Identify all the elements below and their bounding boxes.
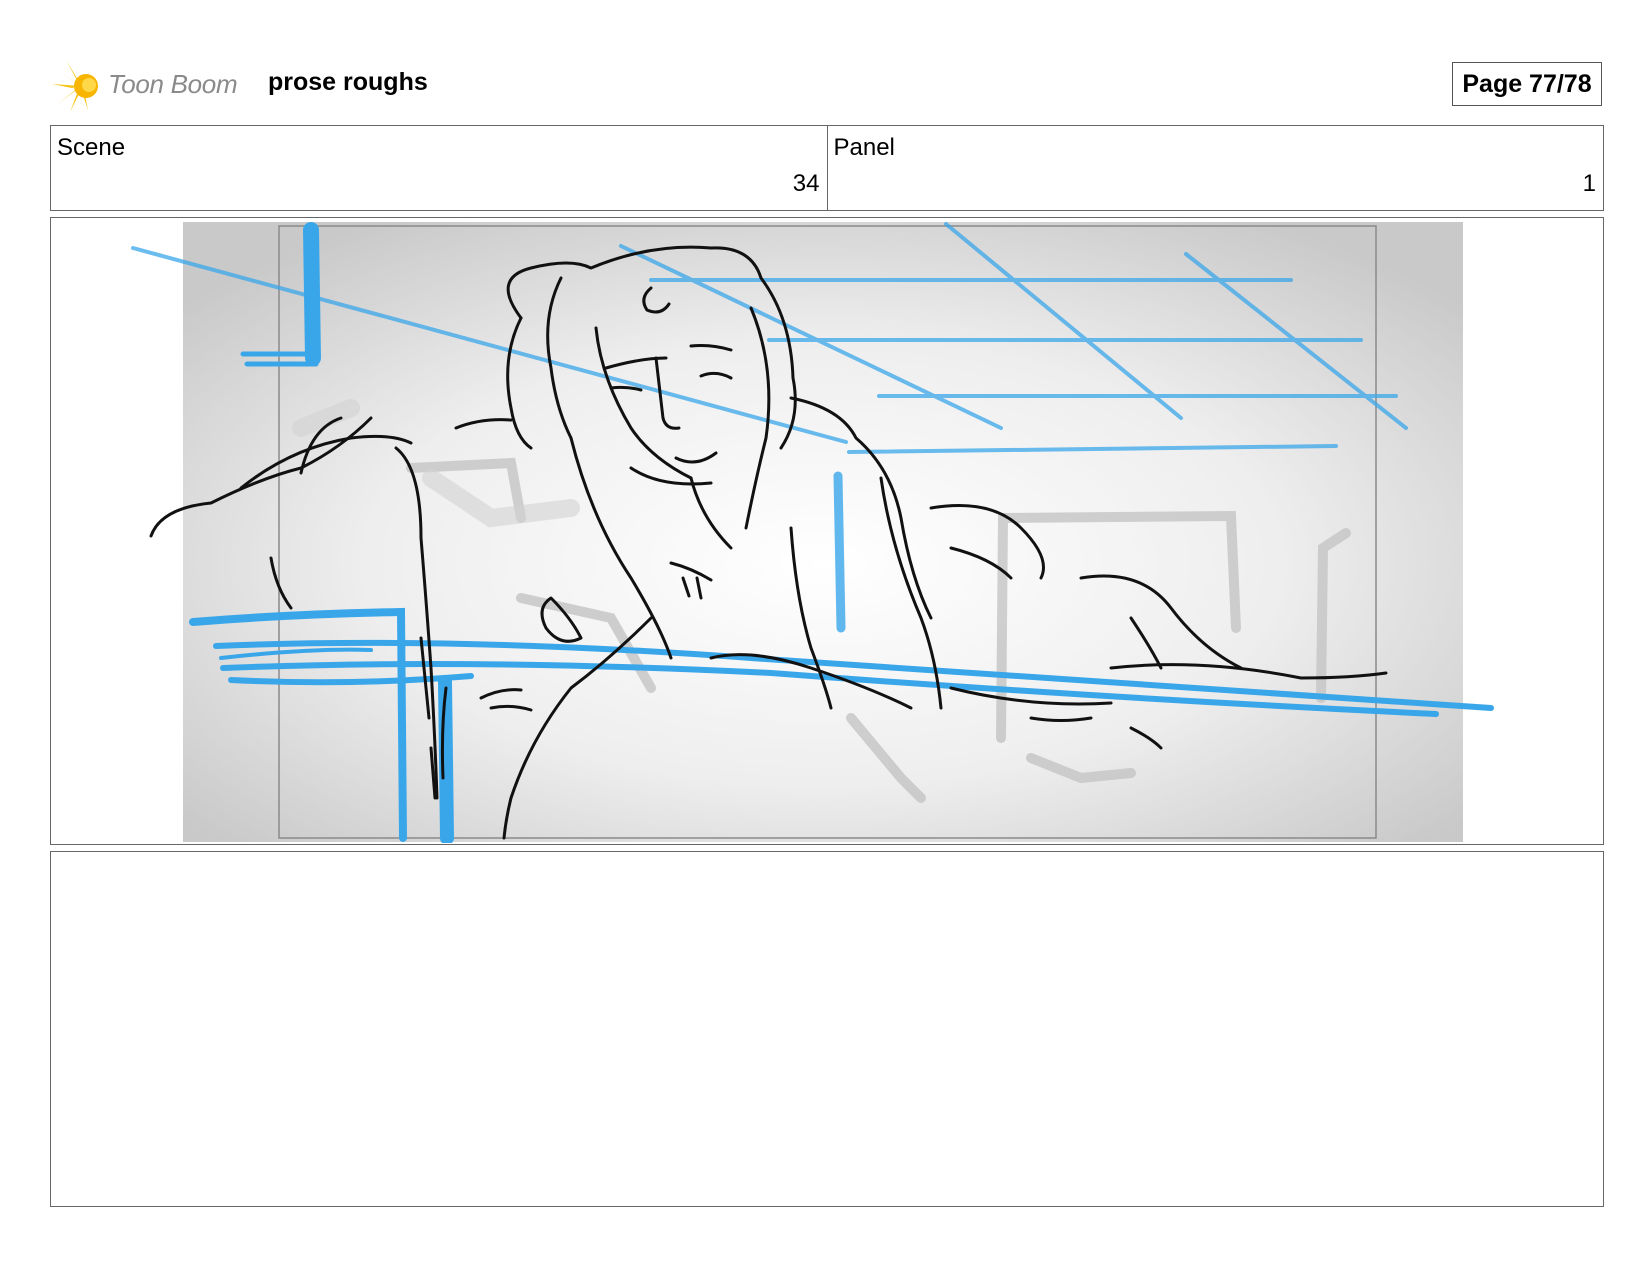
scene-cell: Scene 34 (51, 126, 827, 210)
panel-notes-area (50, 851, 1604, 1207)
panel-label: Panel (833, 134, 895, 161)
panel-cell: Panel 1 (826, 126, 1604, 210)
project-title: prose roughs (268, 68, 428, 96)
starburst-icon (52, 60, 98, 112)
logo-text: Toon Boom (108, 69, 238, 99)
scene-number: 34 (792, 170, 820, 197)
page-indicator: Page 77/78 (1452, 62, 1602, 106)
scene-label: Scene (57, 134, 126, 161)
scene-panel-info: Scene 34 Panel 1 (50, 125, 1604, 211)
toon-boom-logo: Toon Boom (52, 58, 252, 114)
storyboard-panel-image (50, 217, 1604, 845)
panel-number: 1 (1582, 170, 1596, 197)
storyboard-sketch (131, 222, 1494, 843)
